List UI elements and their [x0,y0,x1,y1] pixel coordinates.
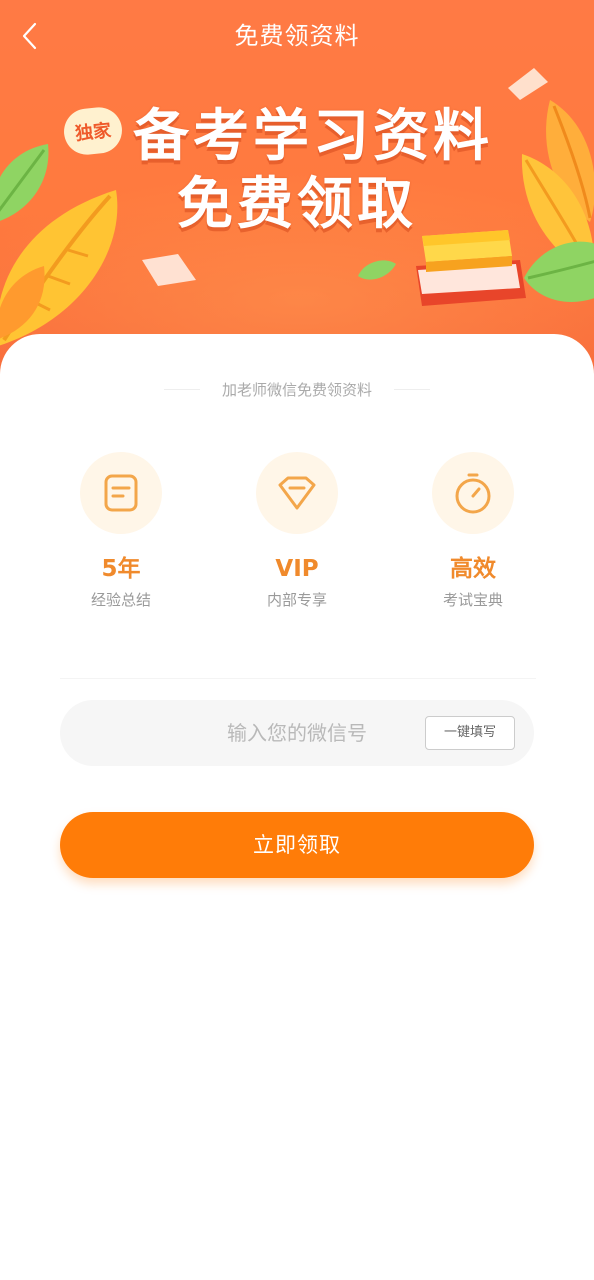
feature-desc: 经验总结 [90,591,151,609]
feature-value: VIP [275,556,319,582]
diamond-icon [278,476,316,510]
section-subtitle-text: 加老师微信免费领资料 [221,380,372,399]
page-title: 免费领资料 [234,22,360,50]
divider-left [163,388,200,390]
leaf-small-green-icon [358,260,396,280]
feature-icon-circle [256,452,338,534]
feature-experience: 5年 经验总结 [36,452,206,610]
feature-icon-circle [80,452,162,534]
leaf-green-right-icon [524,241,594,302]
leaf-orange-left-icon [0,266,45,339]
feature-icon-circle [432,452,514,534]
section-subtitle: 加老师微信免费领资料 [0,378,594,400]
banner-headline-line1: 备考学习资料 [133,104,493,169]
feature-vip: VIP 内部专享 [212,452,382,610]
document-icon [104,474,138,512]
banner-headline-line2: 免费领取 [177,172,417,237]
divider-right [394,388,430,390]
feature-value: 5年 [101,556,141,582]
feature-value: 高效 [450,556,496,582]
paper-scrap-icon [142,254,196,286]
feature-efficient: 高效 考试宝典 [388,452,558,610]
section-divider [60,678,536,679]
claim-button[interactable]: 立即领取 [60,812,534,878]
wechat-input-wrapper: 一键填写 [60,700,534,766]
stopwatch-icon [455,473,491,514]
hero-banner: 免费领资料 独家 备考学习资料 免费领取 [0,0,594,380]
autofill-button[interactable]: 一键填写 [425,716,515,750]
books-icon [416,230,526,306]
feature-desc: 内部专享 [266,591,327,609]
feature-desc: 考试宝典 [442,591,503,609]
